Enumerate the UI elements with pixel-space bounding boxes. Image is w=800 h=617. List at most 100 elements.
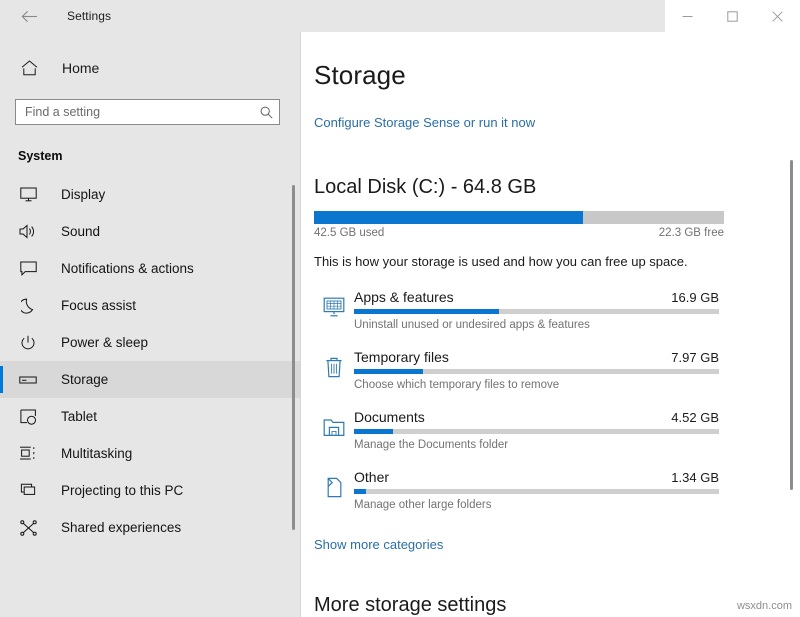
main-scrollbar-thumb[interactable] — [790, 160, 793, 490]
sidebar-item-power-sleep[interactable]: Power & sleep — [0, 324, 300, 361]
drive-icon — [18, 370, 38, 390]
home-label: Home — [62, 60, 99, 76]
disk-usage-bar — [314, 211, 724, 224]
storage-category-bar — [354, 489, 719, 494]
storage-category-name: Documents — [354, 409, 425, 425]
window-body: Home System Displa — [0, 32, 800, 617]
sidebar-item-label: Projecting to this PC — [61, 483, 183, 498]
chat-bubble-icon — [18, 259, 38, 279]
sidebar-item-label: Shared experiences — [61, 520, 181, 535]
storage-category-body: Temporary files 7.97 GB Choose which tem… — [354, 349, 719, 391]
monitor-icon — [18, 185, 38, 205]
storage-category-top: Other 1.34 GB — [354, 469, 719, 485]
settings-window: Settings Home — [0, 0, 800, 617]
content-divider — [300, 32, 301, 617]
storage-category-subtitle: Manage other large folders — [354, 499, 719, 511]
power-icon — [18, 333, 38, 353]
back-arrow-icon[interactable] — [14, 4, 44, 28]
app-title: Settings — [67, 9, 111, 23]
storage-category-body: Documents 4.52 GB Manage the Documents f… — [354, 409, 719, 451]
maximize-button[interactable] — [710, 0, 755, 32]
sidebar-item-display[interactable]: Display — [0, 176, 300, 213]
share-nodes-icon — [18, 518, 38, 538]
sidebar-item-notifications[interactable]: Notifications & actions — [0, 250, 300, 287]
sidebar-item-label: Focus assist — [61, 298, 136, 313]
page-corner-icon — [314, 469, 354, 498]
sidebar: Home System Displa — [0, 32, 300, 617]
project-screen-icon — [18, 481, 38, 501]
configure-storage-sense-link[interactable]: Configure Storage Sense or run it now — [314, 115, 535, 130]
sidebar-item-multitasking[interactable]: Multitasking — [0, 435, 300, 472]
sidebar-item-home[interactable]: Home — [0, 48, 300, 88]
storage-category-body: Apps & features 16.9 GB Uninstall unused… — [354, 289, 719, 331]
storage-category-name: Temporary files — [354, 349, 449, 365]
sidebar-scrollbar-thumb[interactable] — [292, 185, 295, 530]
storage-category-subtitle: Choose which temporary files to remove — [354, 379, 719, 391]
storage-category-top: Documents 4.52 GB — [354, 409, 719, 425]
documents-folder-icon — [314, 409, 354, 437]
disk-free-label: 22.3 GB free — [659, 227, 724, 239]
storage-category-size: 7.97 GB — [671, 350, 719, 365]
search-input[interactable] — [25, 105, 260, 119]
storage-category-bar-fill — [354, 309, 499, 314]
sidebar-item-label: Power & sleep — [61, 335, 148, 350]
title-bar-left: Settings — [0, 0, 665, 32]
storage-category-size: 4.52 GB — [671, 410, 719, 425]
storage-category-top: Temporary files 7.97 GB — [354, 349, 719, 365]
storage-category-list: Apps & features 16.9 GB Uninstall unused… — [314, 283, 800, 523]
sidebar-nav-list: Display Sound — [0, 176, 300, 546]
storage-category-bar — [354, 369, 719, 374]
page-title: Storage — [314, 60, 800, 91]
storage-category-size: 16.9 GB — [671, 290, 719, 305]
show-more-categories-link[interactable]: Show more categories — [314, 537, 443, 552]
sidebar-item-label: Display — [61, 187, 105, 202]
multitask-icon — [18, 444, 38, 464]
sidebar-item-focus-assist[interactable]: Focus assist — [0, 287, 300, 324]
search-box[interactable] — [15, 99, 280, 125]
tablet-icon — [18, 407, 38, 427]
speaker-icon — [18, 222, 38, 242]
sidebar-item-shared-experiences[interactable]: Shared experiences — [0, 509, 300, 546]
storage-category-row[interactable]: Documents 4.52 GB Manage the Documents f… — [314, 403, 800, 463]
sidebar-item-label: Tablet — [61, 409, 97, 424]
sidebar-section-title: System — [0, 125, 300, 163]
more-storage-settings-heading: More storage settings — [314, 594, 800, 617]
close-button[interactable] — [755, 0, 800, 32]
sidebar-item-storage[interactable]: Storage — [0, 361, 300, 398]
search-icon[interactable] — [260, 106, 273, 119]
title-bar: Settings — [0, 0, 800, 32]
disk-description: This is how your storage is used and how… — [314, 254, 800, 269]
sidebar-item-label: Sound — [61, 224, 100, 239]
sidebar-item-tablet[interactable]: Tablet — [0, 398, 300, 435]
window-controls — [665, 0, 800, 32]
sidebar-item-projecting[interactable]: Projecting to this PC — [0, 472, 300, 509]
storage-category-top: Apps & features 16.9 GB — [354, 289, 719, 305]
apps-monitor-icon — [314, 289, 354, 317]
home-icon — [18, 57, 40, 79]
sidebar-item-label: Storage — [61, 372, 108, 387]
minimize-button[interactable] — [665, 0, 710, 32]
disk-usage-legend: 42.5 GB used 22.3 GB free — [314, 227, 724, 239]
storage-category-bar-fill — [354, 489, 366, 494]
disk-usage-bar-fill — [314, 211, 583, 224]
storage-category-bar-fill — [354, 369, 423, 374]
watermark: wsxdn.com — [737, 600, 792, 612]
sidebar-item-sound[interactable]: Sound — [0, 213, 300, 250]
storage-category-bar — [354, 429, 719, 434]
sidebar-item-label: Multitasking — [61, 446, 132, 461]
storage-category-row[interactable]: Other 1.34 GB Manage other large folders — [314, 463, 800, 523]
storage-category-row[interactable]: Apps & features 16.9 GB Uninstall unused… — [314, 283, 800, 343]
storage-category-body: Other 1.34 GB Manage other large folders — [354, 469, 719, 511]
storage-category-bar — [354, 309, 719, 314]
storage-category-bar-fill — [354, 429, 393, 434]
storage-category-size: 1.34 GB — [671, 470, 719, 485]
storage-category-name: Other — [354, 469, 389, 485]
storage-category-name: Apps & features — [354, 289, 454, 305]
storage-category-row[interactable]: Temporary files 7.97 GB Choose which tem… — [314, 343, 800, 403]
sidebar-item-label: Notifications & actions — [61, 261, 194, 276]
main-scrollbar[interactable] — [787, 32, 797, 617]
storage-category-subtitle: Manage the Documents folder — [354, 439, 719, 451]
main-content: Storage Configure Storage Sense or run i… — [300, 32, 800, 617]
sidebar-scrollbar[interactable] — [288, 32, 298, 617]
trash-can-icon — [314, 349, 354, 378]
